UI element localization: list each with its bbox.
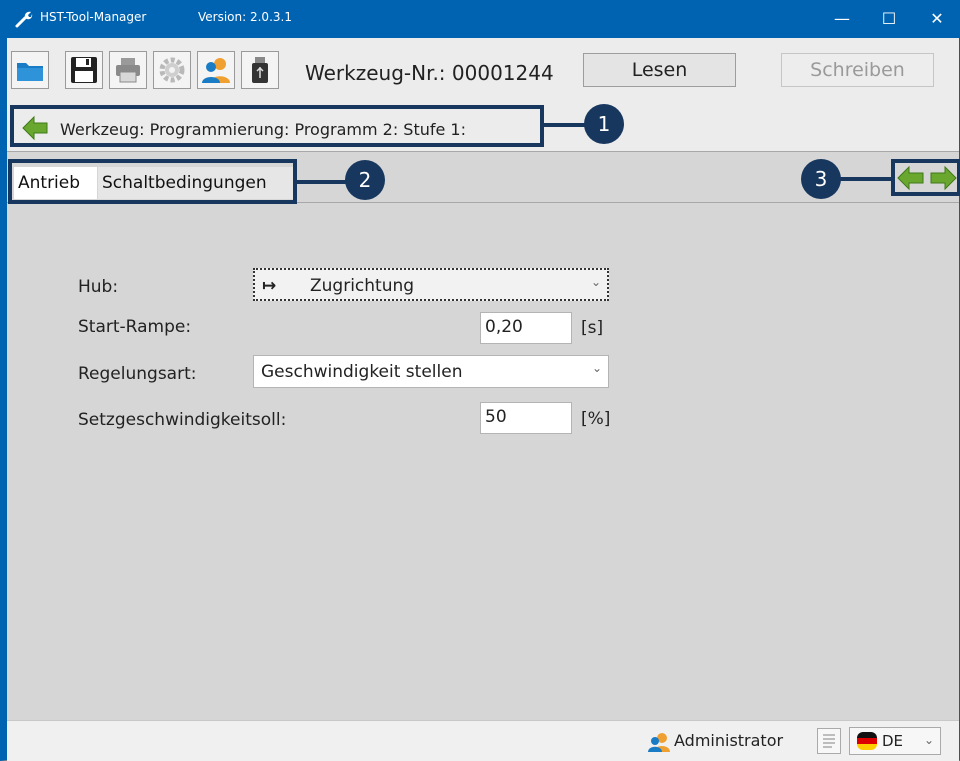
breadcrumb-highlight: Werkzeug: Programmierung: Programm 2: St… <box>10 105 544 147</box>
setzgeschwindigkeit-input[interactable]: 50 <box>480 402 572 434</box>
log-button[interactable] <box>817 728 841 754</box>
start-rampe-label: Start-Rampe: <box>78 317 192 337</box>
app-window: HST-Tool-Manager Version: 2.0.3.1 — ☐ ✕ <box>0 0 960 761</box>
tab-schaltbedingungen[interactable]: Schaltbedingungen <box>98 167 293 199</box>
open-button[interactable] <box>11 51 49 89</box>
callout-3: 3 <box>801 159 841 199</box>
hub-select[interactable]: ↦ Zugrichtung ⌄ <box>253 268 609 301</box>
write-button[interactable]: Schreiben <box>781 53 934 87</box>
hub-value: Zugrichtung <box>310 276 415 296</box>
tab-antrieb[interactable]: Antrieb <box>14 167 97 199</box>
chevron-down-icon: ⌄ <box>591 361 602 375</box>
minimize-button[interactable]: — <box>819 0 865 38</box>
back-arrow-icon[interactable] <box>21 114 49 142</box>
toolbar: Werkzeug-Nr.: 00001244 Lesen Schreiben <box>7 38 959 103</box>
next-arrow-icon[interactable] <box>929 165 958 191</box>
hub-label: Hub: <box>78 277 119 297</box>
chevron-down-icon: ⌄ <box>923 733 934 747</box>
callout-2: 2 <box>345 160 385 200</box>
callout-1: 1 <box>584 104 624 144</box>
app-version: Version: 2.0.3.1 <box>198 10 292 24</box>
start-rampe-input[interactable]: 0,20 <box>480 312 572 344</box>
chevron-down-icon: ⌄ <box>590 275 601 289</box>
previous-arrow-icon[interactable] <box>896 165 925 191</box>
start-rampe-unit: [s] <box>581 318 604 338</box>
app-title: HST-Tool-Manager <box>40 10 147 24</box>
user-icon <box>648 733 670 752</box>
tab-highlight: Antrieb Schaltbedingungen <box>8 159 297 204</box>
close-button[interactable]: ✕ <box>914 0 960 38</box>
settings-button[interactable] <box>153 51 191 89</box>
regelungsart-label: Regelungsart: <box>78 364 197 384</box>
language-value: DE <box>882 732 904 750</box>
german-flag-icon <box>857 732 877 750</box>
breadcrumb-bar: Werkzeug: Programmierung: Programm 2: St… <box>7 102 959 152</box>
print-button[interactable] <box>109 51 147 89</box>
users-icon <box>202 58 230 83</box>
tab-bar: Antrieb Schaltbedingungen 2 3 <box>7 152 960 204</box>
callout-line-3 <box>839 177 891 181</box>
folder-icon <box>17 63 43 81</box>
usb-stick-icon <box>252 57 268 83</box>
settings-gear-icon <box>159 57 185 83</box>
current-user: Administrator <box>674 731 784 750</box>
usb-button[interactable] <box>241 51 279 89</box>
regelungsart-value: Geschwindigkeit stellen <box>261 362 463 382</box>
setzgeschwindigkeit-label: Setzgeschwindigkeitsoll: <box>78 410 287 430</box>
status-bar: Administrator DE ⌄ <box>7 720 959 761</box>
breadcrumb: Werkzeug: Programmierung: Programm 2: St… <box>60 120 466 139</box>
hub-direction-icon: ↦ <box>262 276 277 296</box>
printer-icon <box>116 58 140 83</box>
callout-line-2 <box>297 180 347 184</box>
maximize-button[interactable]: ☐ <box>866 0 912 38</box>
users-button[interactable] <box>197 51 235 89</box>
document-lines-icon <box>823 734 835 748</box>
wrench-icon <box>15 11 33 28</box>
read-button[interactable]: Lesen <box>583 53 736 87</box>
regelungsart-select[interactable]: Geschwindigkeit stellen ⌄ <box>253 355 609 388</box>
save-icon <box>71 57 97 83</box>
language-select[interactable]: DE ⌄ <box>849 727 941 755</box>
save-button[interactable] <box>65 51 103 89</box>
title-bar: HST-Tool-Manager Version: 2.0.3.1 — ☐ ✕ <box>0 0 960 38</box>
setzgeschwindigkeit-unit: [%] <box>581 409 611 429</box>
tool-number: Werkzeug-Nr.: 00001244 <box>305 61 554 85</box>
navigation-highlight <box>891 159 960 196</box>
